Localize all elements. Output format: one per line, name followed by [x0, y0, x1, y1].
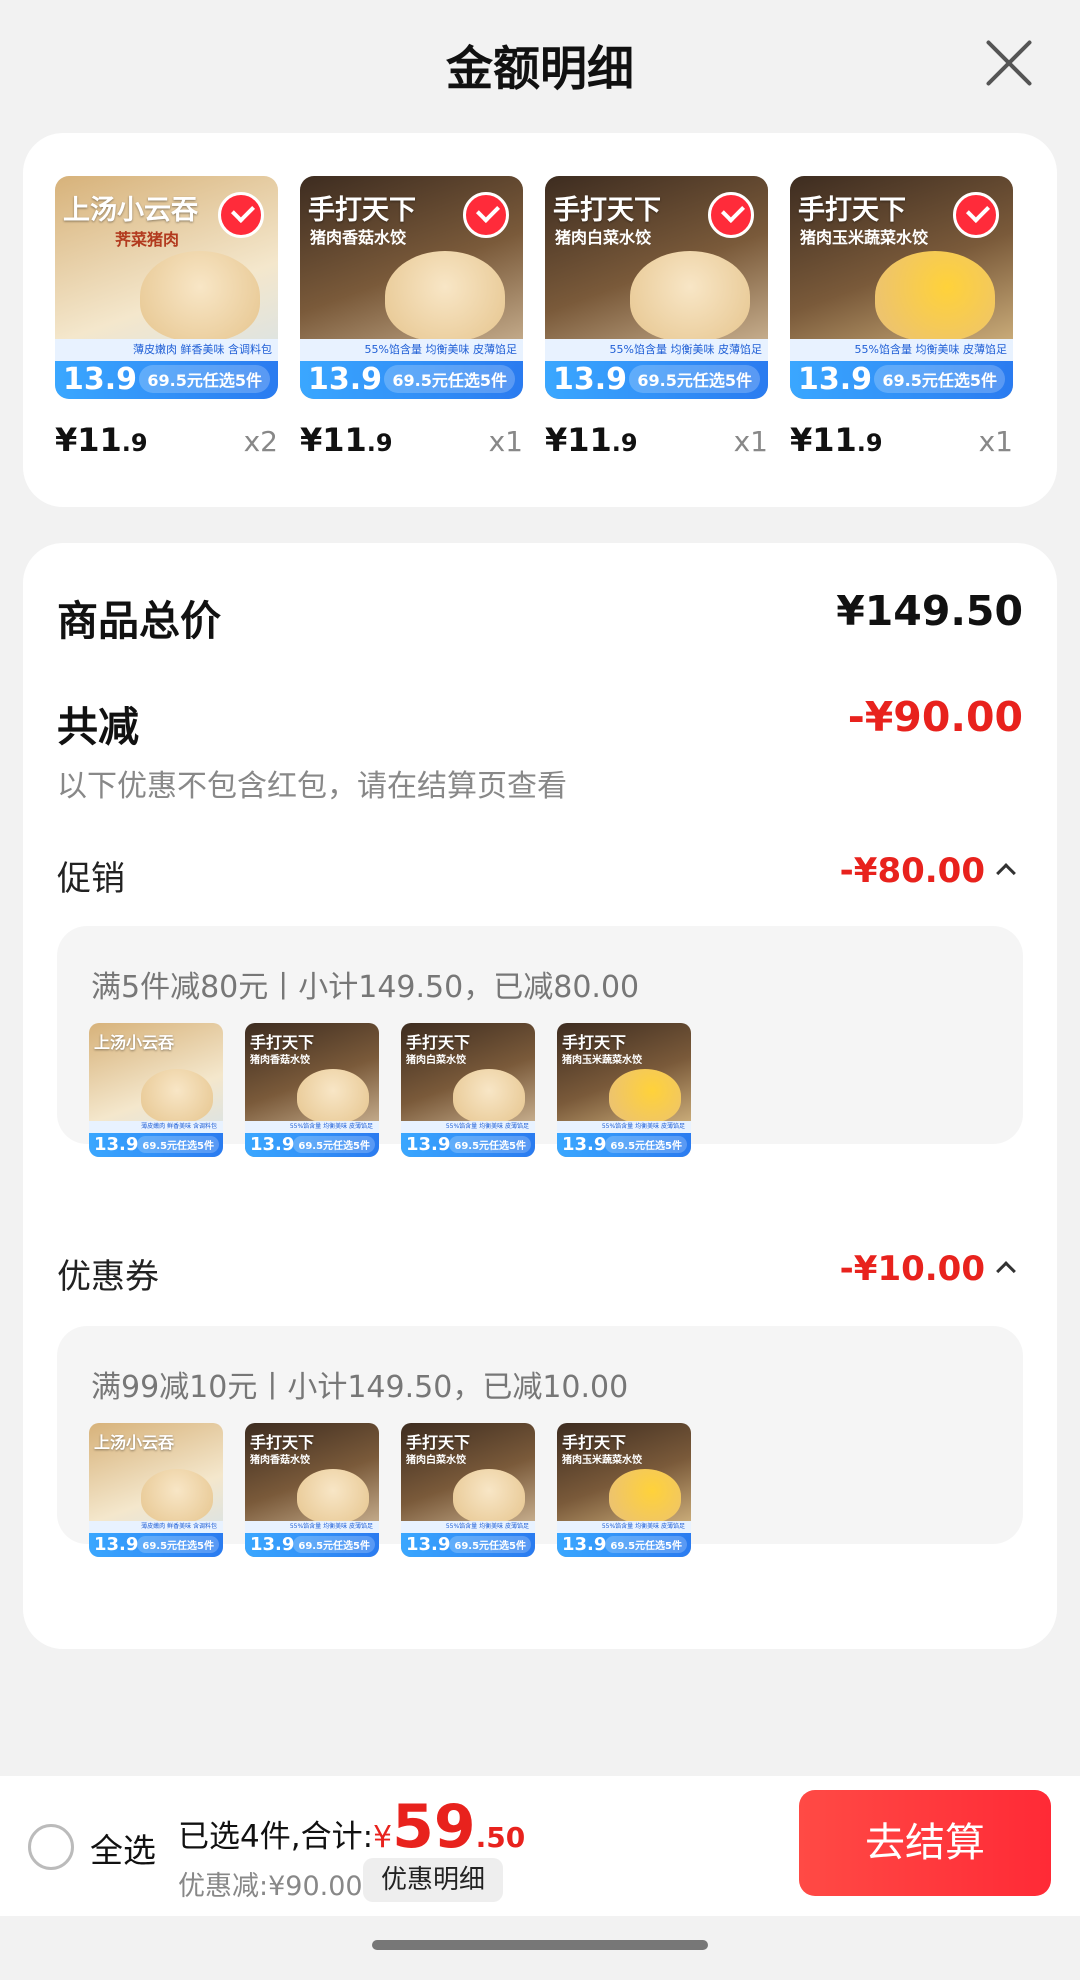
product-item[interactable]: 手打天下 猪肉香菇水饺 55%馅含量 均衡美味 皮薄馅足 13.9 69.5元任选… [300, 176, 523, 461]
sheet-header: 金额明细 [0, 0, 1080, 130]
amount-detail-sheet: 金额明细 上汤小云吞 荠菜猪肉 薄皮嫩肉 鲜香美味 含调料包 13.9 69.5元… [0, 0, 1080, 1776]
checkout-bar: 全选 已选4件,合计:¥59.50 优惠减:¥90.00 优惠明细 去结算 [0, 1776, 1080, 1916]
product-price: ¥11.9 [55, 421, 148, 459]
promo-value: -¥80.00 [839, 851, 985, 891]
discount-note: 以下优惠不包含红包，请在结算页查看 [57, 769, 567, 804]
reduce-label: 共减 [57, 703, 139, 751]
product-price: ¥11.9 [300, 421, 393, 459]
product-qty: x2 [243, 425, 278, 458]
chevron-up-icon [996, 863, 1016, 883]
product-price: ¥11.9 [790, 421, 883, 459]
chevron-up-icon [996, 1261, 1016, 1281]
total-label: 商品总价 [57, 597, 221, 645]
selected-summary: 已选4件,合计:¥59.50 [178, 1792, 526, 1862]
check-icon[interactable] [463, 192, 509, 238]
promo-product-thumb: 手打天下 猪肉香菇水饺 55%馅含量 均衡美味 皮薄馅足 13.9 69.5元任选… [245, 1023, 379, 1157]
coupon-product-thumb: 手打天下 猪肉白菜水饺 55%馅含量 均衡美味 皮薄馅足 13.9 69.5元任选… [401, 1423, 535, 1557]
coupon-detail-box: 满99减10元丨小计149.50，已减10.00 上汤小云吞 薄皮嫩肉 鲜香美味… [57, 1326, 1023, 1557]
price-detail-card: 商品总价 ¥149.50 共减 -¥90.00 以下优惠不包含红包，请在结算页查… [23, 543, 1057, 1649]
check-icon[interactable] [708, 192, 754, 238]
promo-toggle[interactable]: -¥80.00 [839, 851, 1016, 891]
select-all-radio[interactable] [28, 1824, 74, 1870]
reduce-value: -¥90.00 [847, 693, 1023, 741]
home-indicator [372, 1940, 708, 1950]
product-card: 上汤小云吞 荠菜猪肉 薄皮嫩肉 鲜香美味 含调料包 13.9 69.5元任选5件 … [23, 133, 1057, 507]
product-item[interactable]: 手打天下 猪肉白菜水饺 55%馅含量 均衡美味 皮薄馅足 13.9 69.5元任选… [545, 176, 768, 461]
check-icon[interactable] [953, 192, 999, 238]
product-image: 上汤小云吞 荠菜猪肉 薄皮嫩肉 鲜香美味 含调料包 13.9 69.5元任选5件 [55, 176, 278, 399]
promo-label: 促销 [57, 859, 125, 899]
product-price: ¥11.9 [545, 421, 638, 459]
close-icon[interactable] [984, 38, 1034, 88]
promo-detail-box: 满5件减80元丨小计149.50，已减80.00 上汤小云吞 薄皮嫩肉 鲜香美味… [57, 926, 1023, 1157]
coupon-detail-text: 满99减10元丨小计149.50，已减10.00 [91, 1370, 629, 1405]
coupon-value: -¥10.00 [839, 1249, 985, 1289]
total-value: ¥149.50 [836, 587, 1023, 635]
sheet-title: 金额明细 [446, 42, 634, 97]
checkout-button[interactable]: 去结算 [799, 1790, 1051, 1896]
coupon-product-thumb: 上汤小云吞 薄皮嫩肉 鲜香美味 含调料包 13.9 69.5元任选5件 [89, 1423, 223, 1557]
discount-total: 优惠减:¥90.00 [178, 1871, 363, 1902]
product-image: 手打天下 猪肉玉米蔬菜水饺 55%馅含量 均衡美味 皮薄馅足 13.9 69.5元… [790, 176, 1013, 399]
product-qty: x1 [733, 425, 768, 458]
product-image: 手打天下 猪肉香菇水饺 55%馅含量 均衡美味 皮薄馅足 13.9 69.5元任选… [300, 176, 523, 399]
promo-product-thumb: 手打天下 猪肉玉米蔬菜水饺 55%馅含量 均衡美味 皮薄馅足 13.9 69.5元… [557, 1023, 691, 1157]
select-all-label[interactable]: 全选 [90, 1824, 156, 1872]
check-icon[interactable] [218, 192, 264, 238]
coupon-product-thumb: 手打天下 猪肉玉米蔬菜水饺 55%馅含量 均衡美味 皮薄馅足 13.9 69.5元… [557, 1423, 691, 1557]
coupon-product-thumb: 手打天下 猪肉香菇水饺 55%馅含量 均衡美味 皮薄馅足 13.9 69.5元任选… [245, 1423, 379, 1557]
product-item[interactable]: 上汤小云吞 荠菜猪肉 薄皮嫩肉 鲜香美味 含调料包 13.9 69.5元任选5件 … [55, 176, 278, 461]
coupon-toggle[interactable]: -¥10.00 [839, 1249, 1016, 1289]
product-image: 手打天下 猪肉白菜水饺 55%馅含量 均衡美味 皮薄馅足 13.9 69.5元任选… [545, 176, 768, 399]
coupon-label: 优惠券 [57, 1257, 159, 1297]
discount-detail-button[interactable]: 优惠明细 [363, 1858, 504, 1902]
product-item[interactable]: 手打天下 猪肉玉米蔬菜水饺 55%馅含量 均衡美味 皮薄馅足 13.9 69.5元… [790, 176, 1013, 461]
promo-product-thumb: 上汤小云吞 薄皮嫩肉 鲜香美味 含调料包 13.9 69.5元任选5件 [89, 1023, 223, 1157]
promo-detail-text: 满5件减80元丨小计149.50，已减80.00 [91, 970, 640, 1005]
promo-product-thumb: 手打天下 猪肉白菜水饺 55%馅含量 均衡美味 皮薄馅足 13.9 69.5元任选… [401, 1023, 535, 1157]
product-qty: x1 [978, 425, 1013, 458]
product-qty: x1 [488, 425, 523, 458]
